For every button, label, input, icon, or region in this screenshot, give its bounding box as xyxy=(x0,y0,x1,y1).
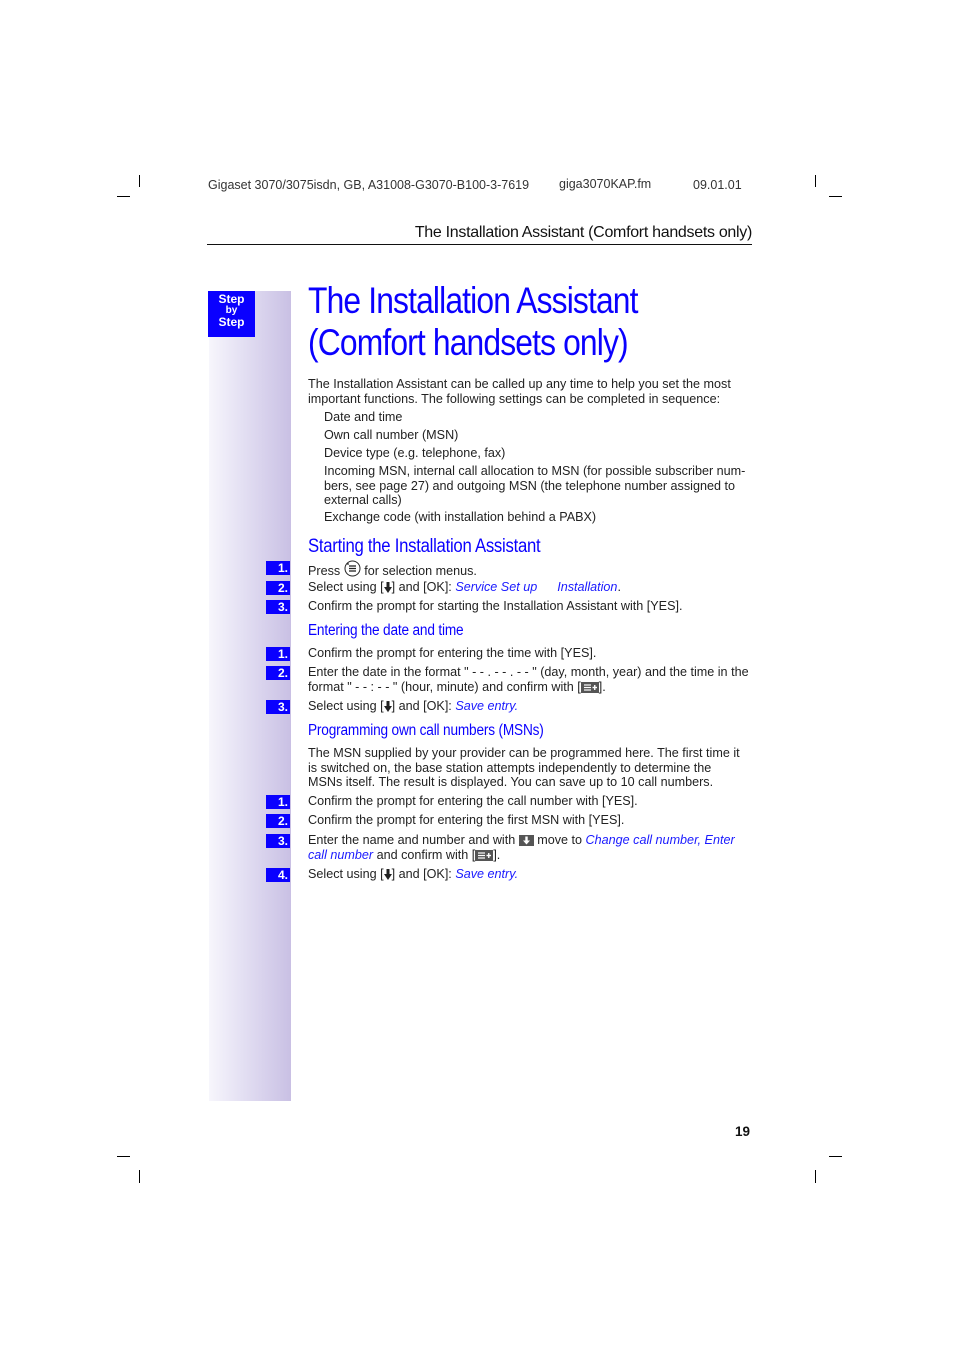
step-text-line: call number and confirm with []. xyxy=(308,848,758,863)
list-item: Exchange code (with installation behind … xyxy=(324,510,597,524)
file-name: giga3070KAP.fm xyxy=(559,177,652,191)
section-heading-starting: Starting the Installation Assistant xyxy=(308,536,541,557)
step-text: Confirm the prompt for starting the Inst… xyxy=(308,599,683,613)
section-heading-msn: Programming own call numbers (MSNs) xyxy=(308,722,544,739)
crop-mark xyxy=(139,1170,140,1183)
badge-line-3: Step xyxy=(218,315,245,329)
page-title: The Installation Assistant (Comfort hand… xyxy=(308,280,638,364)
step-number: 4. xyxy=(266,868,290,882)
section-heading-date-time: Entering the date and time xyxy=(308,622,464,639)
step-text-part: ] and [OK]: xyxy=(391,867,456,881)
step-text-part: and confirm with [ xyxy=(376,847,476,862)
step-text-part: move to xyxy=(537,833,583,847)
doc-date: 09.01.01 xyxy=(693,178,742,192)
step-text-part: for selection menus. xyxy=(364,564,477,578)
list-item: Incoming MSN, internal call allocation t… xyxy=(324,464,756,508)
menu-path-installation: Installation xyxy=(557,580,618,594)
step-text: Confirm the prompt for entering the firs… xyxy=(308,813,625,827)
step-text-part: Enter the name and number and with xyxy=(308,833,516,847)
step-text-part: Press xyxy=(308,564,341,578)
step-number: 3. xyxy=(266,600,290,614)
step-text-part: format " - - : - - " (hour, minute) and … xyxy=(308,679,581,694)
crop-mark xyxy=(829,1156,842,1157)
step-text: Press for selection menus. xyxy=(308,560,758,579)
step-text-part: . xyxy=(514,699,519,713)
step-text-part: ]. xyxy=(598,679,606,694)
page-number: 19 xyxy=(735,1124,751,1139)
intro-paragraph: The Installation Assistant can be called… xyxy=(308,377,758,406)
msn-intro-paragraph: The MSN supplied by your provider can be… xyxy=(308,746,758,790)
step-text-line: Enter the name and number and with move … xyxy=(308,833,758,848)
menu-change-call-number: Change call number, Enter xyxy=(585,833,735,847)
step-number: 2. xyxy=(266,581,290,595)
intro-line: important functions. The following setti… xyxy=(308,391,721,406)
down-arrow-icon xyxy=(383,869,392,880)
step-number: 3. xyxy=(266,700,290,714)
step-number: 1. xyxy=(266,795,290,809)
confirm-key-icon xyxy=(475,849,494,861)
down-arrow-icon xyxy=(383,701,392,712)
list-item: Date and time xyxy=(324,410,403,424)
msn-intro-line: MSNs itself. The result is displayed. Yo… xyxy=(308,775,714,789)
intro-line: The Installation Assistant can be called… xyxy=(308,377,731,391)
step-text-part: Select using [ xyxy=(308,867,384,881)
doc-id: Gigaset 3070/3075isdn, GB, A31008-G3070-… xyxy=(208,178,530,192)
down-key-icon xyxy=(518,835,534,846)
step-text: Enter the name and number and with move … xyxy=(308,833,758,862)
step-sidebar xyxy=(209,291,291,1101)
step-number: 2. xyxy=(266,814,290,828)
crop-mark xyxy=(829,196,842,197)
step-text-part: ]. xyxy=(493,847,501,862)
list-item: Own call number (MSN) xyxy=(324,428,459,442)
list-item: Device type (e.g. telephone, fax) xyxy=(324,446,506,460)
step-text: Select using [ ] and [OK]: Save entry. xyxy=(308,867,758,882)
down-arrow-icon xyxy=(383,582,392,593)
menu-save-entry: Save entry xyxy=(455,867,515,881)
confirm-key-icon xyxy=(580,681,599,693)
step-number: 2. xyxy=(266,666,290,680)
step-text: Confirm the prompt for entering the time… xyxy=(308,646,597,660)
msn-intro-line: is switched on, the base station attempt… xyxy=(308,760,712,775)
badge-line-1: Step xyxy=(218,292,245,306)
crop-mark xyxy=(815,1170,816,1183)
menu-call-number: call number xyxy=(308,847,374,862)
list-item-line: bers, see page 27) and outgoing MSN (the… xyxy=(324,478,735,493)
step-text-part: . xyxy=(514,867,519,881)
crop-mark xyxy=(117,196,130,197)
step-text-line: format " - - : - - " (hour, minute) and … xyxy=(308,680,758,695)
title-line-2: (Comfort handsets only) xyxy=(308,322,629,363)
running-head: The Installation Assistant (Comfort hand… xyxy=(207,224,752,245)
step-number: 1. xyxy=(266,561,290,575)
crop-mark xyxy=(815,175,816,187)
step-text-part: . xyxy=(617,580,621,594)
menu-key-icon xyxy=(344,560,361,577)
step-text: Select using [ ] and [OK]: Save entry. xyxy=(308,699,758,714)
list-item-line: external calls) xyxy=(324,493,402,507)
running-head-text: The Installation Assistant (Comfort hand… xyxy=(414,224,752,241)
step-text-part: Select using [ xyxy=(308,580,384,594)
step-text-part: Select using [ xyxy=(308,699,384,713)
menu-path-service: Service Set up xyxy=(455,580,538,594)
step-text: Confirm the prompt for entering the call… xyxy=(308,794,638,808)
crop-mark xyxy=(117,1156,130,1157)
step-text-part: ] and [OK]: xyxy=(391,699,456,713)
step-text: Enter the date in the format " - - . - -… xyxy=(308,665,758,694)
step-by-step-badge: Step by Step xyxy=(208,291,255,337)
msn-intro-line: The MSN supplied by your provider can be… xyxy=(308,746,740,760)
list-item-line: Incoming MSN, internal call allocation t… xyxy=(324,464,746,478)
crop-mark xyxy=(139,175,140,187)
step-text-part: ] and [OK]: xyxy=(391,580,456,594)
step-text: Select using [ ] and [OK]: Service Set up… xyxy=(308,580,758,595)
step-text-line: Enter the date in the format " - - . - -… xyxy=(308,665,749,679)
step-number: 3. xyxy=(266,834,290,848)
step-number: 1. xyxy=(266,647,290,661)
menu-save-entry: Save entry xyxy=(455,699,515,713)
title-line-1: The Installation Assistant xyxy=(308,280,638,321)
